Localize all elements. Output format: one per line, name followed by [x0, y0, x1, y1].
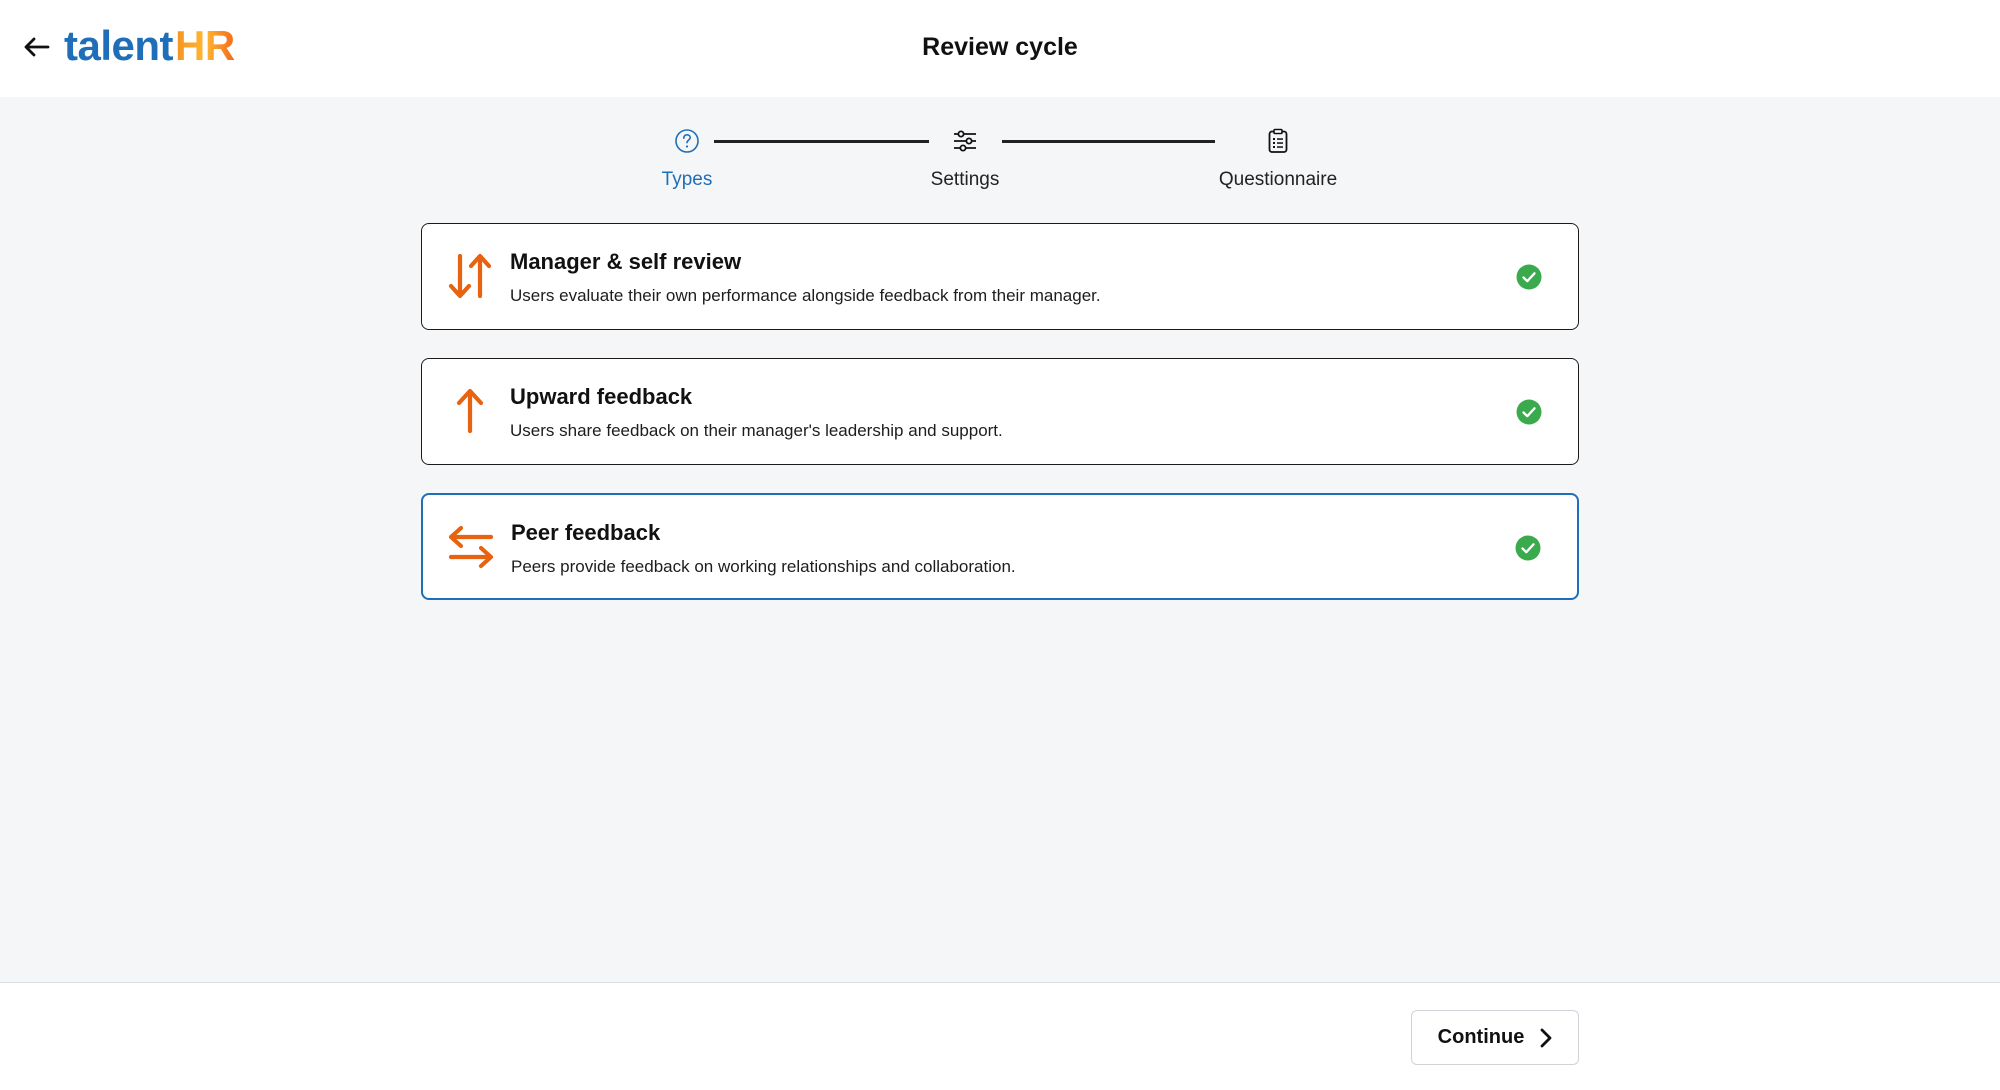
- arrows-up-down-icon: [448, 253, 492, 299]
- step-connector: [1002, 140, 1215, 143]
- arrow-up-icon: [456, 388, 484, 434]
- top-header: talent HR Review cycle: [0, 0, 2000, 97]
- sliders-icon: [954, 130, 976, 152]
- step-label: Types: [661, 169, 713, 190]
- clipboard-icon: [1268, 128, 1288, 153]
- arrows-left-right-icon: [448, 525, 494, 569]
- chevron-right-icon: [1540, 1028, 1552, 1047]
- step-questionnaire[interactable]: Questionnaire: [1178, 125, 1378, 191]
- step-settings[interactable]: Settings: [865, 125, 1065, 191]
- card-title: Upward feedback: [510, 384, 693, 409]
- card-title: Manager & self review: [510, 249, 742, 274]
- step-types[interactable]: Types: [587, 125, 787, 191]
- continue-button[interactable]: Continue: [1411, 1010, 1579, 1065]
- card-description: Users share feedback on their manager's …: [510, 421, 1003, 440]
- step-label: Questionnaire: [1218, 169, 1338, 190]
- check-circle-icon: [1515, 535, 1541, 561]
- card-description: Peers provide feedback on working relati…: [511, 557, 1016, 576]
- step-connector: [714, 140, 929, 143]
- question-circle-icon: [675, 129, 699, 153]
- check-circle-icon: [1516, 399, 1542, 425]
- footer-bar: Continue: [0, 982, 2000, 1090]
- card-title: Peer feedback: [511, 520, 661, 545]
- review-type-card-upward[interactable]: Upward feedback Users share feedback on …: [421, 358, 1579, 465]
- review-type-card-peer[interactable]: Peer feedback Peers provide feedback on …: [421, 493, 1579, 600]
- page-title: Review cycle: [922, 33, 1078, 61]
- progress-stepper: Types Settings Questionnaire: [0, 125, 2000, 195]
- check-circle-icon: [1516, 264, 1542, 290]
- continue-label: Continue: [1437, 1026, 1525, 1048]
- step-label: Settings: [930, 169, 1000, 190]
- card-description: Users evaluate their own performance alo…: [510, 286, 1101, 305]
- review-type-card-manager-self[interactable]: Manager & self review Users evaluate the…: [421, 223, 1579, 330]
